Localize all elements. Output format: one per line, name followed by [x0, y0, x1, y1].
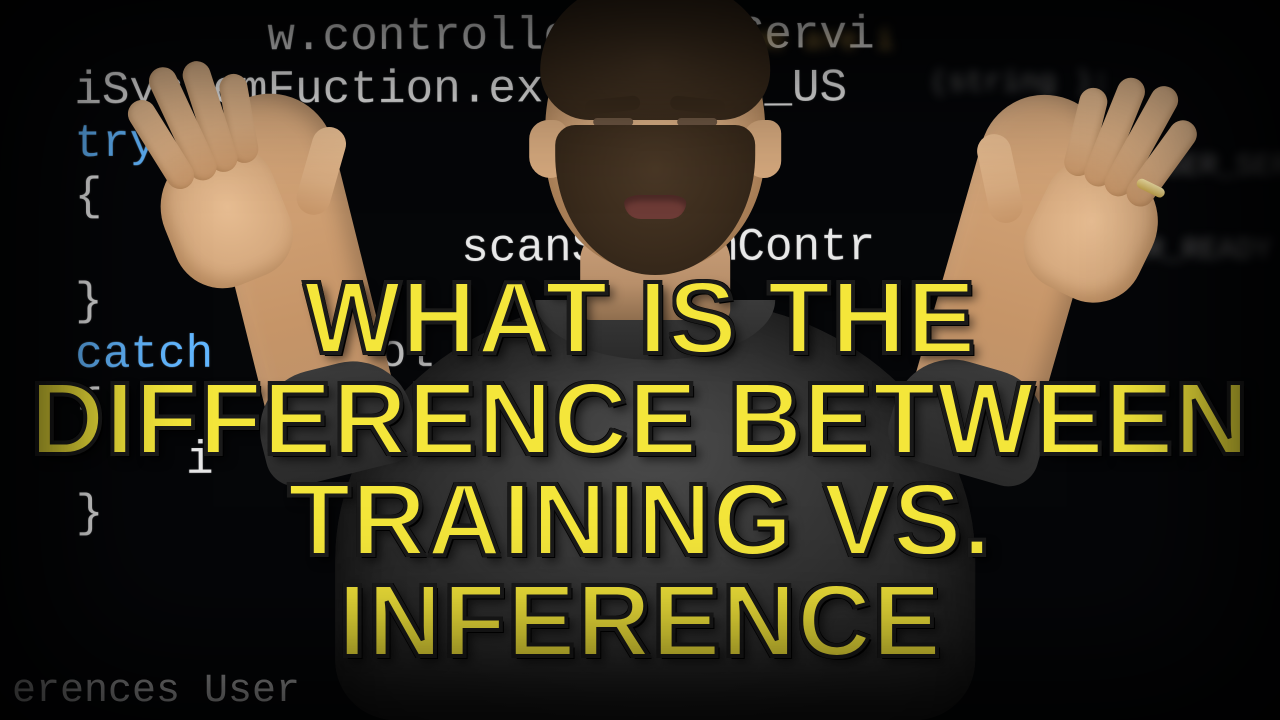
presenter-head [545, 0, 765, 270]
presenter-mouth [624, 195, 686, 219]
presenter-hair [540, 0, 770, 120]
title-line-2: DIFFeReNCe BeTWeeN [10, 369, 1270, 470]
thumb [974, 131, 1026, 226]
thumbnail-title: WHAT IS THE DIFFeReNCe BeTWeeN TRAINING … [0, 268, 1280, 672]
title-line-1: WHAT IS THE [10, 268, 1270, 369]
title-line-3: TRAINING VS. INFeReNCe [10, 470, 1270, 672]
thumb [293, 123, 350, 219]
video-thumbnail: w.controller = exServi iSystemFuction.ex… [0, 0, 1280, 720]
code-bottom-fragment: erences User [12, 669, 300, 714]
